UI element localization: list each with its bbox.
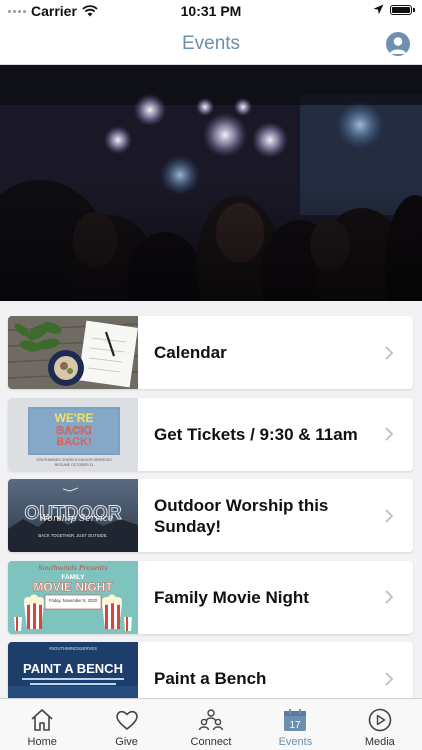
tab-label: Events (278, 736, 313, 748)
status-time: 10:31 PM (180, 3, 242, 19)
chevron-right-icon (377, 590, 401, 604)
svg-text:RESUME OCTOBER 11: RESUME OCTOBER 11 (55, 463, 94, 467)
page-title: Events (181, 33, 241, 54)
poster-script: Southwinds Presents (38, 564, 108, 572)
tab-connect[interactable]: Connect (169, 699, 253, 750)
chevron-right-icon (377, 672, 401, 686)
status-right (373, 4, 415, 15)
event-title: Family Movie Night (154, 587, 309, 607)
poster-script: Worship Service (39, 514, 113, 524)
event-thumbnail: OUTDOOR Worship Service BACK TOGETHER, J… (8, 479, 138, 552)
profile-button[interactable] (386, 32, 410, 56)
svg-text:SOUTHWINDS CHURCH INDOOR SERVI: SOUTHWINDS CHURCH INDOOR SERVICES (36, 458, 112, 462)
tab-events[interactable]: 17 Events (253, 699, 337, 750)
tab-label: Media (364, 736, 395, 748)
event-item-outdoor-worship[interactable]: OUTDOOR Worship Service BACK TOGETHER, J… (8, 479, 413, 552)
hero-image (0, 65, 422, 301)
movie-night-poster-image: Southwinds Presents FAMILY MOVIE NIGHT F… (8, 560, 138, 634)
event-list: Calendar WE'RE BACK! BACK! SOUTHWINDS CH… (8, 316, 413, 724)
desk-notebook-image (8, 316, 138, 389)
event-item-get-tickets[interactable]: WE'RE BACK! BACK! SOUTHWINDS CHURCH INDO… (8, 397, 413, 471)
event-thumbnail: WE'RE BACK! BACK! SOUTHWINDS CHURCH INDO… (8, 397, 138, 471)
user-avatar-icon (389, 37, 407, 54)
outdoor-worship-image: OUTDOOR Worship Service BACK TOGETHER, J… (8, 479, 138, 552)
event-title: Outdoor Worship this Sunday! (154, 495, 329, 536)
tab-bar: Home Give Connect 17 Events Media (0, 698, 422, 750)
chevron-right-icon (377, 427, 401, 441)
heart-icon (113, 706, 141, 734)
poster-line1: WE'RE (55, 411, 94, 425)
chevron-right-icon (377, 346, 401, 360)
were-back-poster-image: WE'RE BACK! BACK! SOUTHWINDS CHURCH INDO… (8, 397, 138, 471)
event-title: Paint a Bench (154, 669, 267, 688)
poster-headline: PAINT A BENCH (23, 661, 123, 676)
event-item-calendar[interactable]: Calendar (8, 316, 413, 389)
battery-icon (390, 4, 415, 15)
poster-caption: Friday, November 6, 2020 (49, 598, 98, 603)
status-bar: Carrier 10:31 PM (0, 0, 422, 22)
poster-caption: BACK TOGETHER, JUST OUTSIDE. (38, 533, 107, 538)
location-arrow-icon (373, 4, 384, 15)
event-thumbnail (8, 316, 138, 389)
navigation-bar: Events (0, 22, 422, 65)
people-icon (197, 706, 225, 734)
tab-label: Connect (190, 736, 232, 748)
poster-line2: MOVIE NIGHT (33, 580, 113, 594)
tab-label: Home (27, 736, 57, 748)
poster-line2: BACK! (56, 436, 91, 448)
home-icon (28, 706, 56, 734)
event-title: Calendar (154, 343, 227, 362)
event-title: Get Tickets / 9:30 & 11am (154, 424, 358, 444)
calendar-day: 17 (290, 720, 302, 731)
tab-give[interactable]: Give (84, 699, 168, 750)
concert-crowd-image (0, 65, 422, 301)
tab-label: Give (115, 736, 138, 748)
event-thumbnail: Southwinds Presents FAMILY MOVIE NIGHT F… (8, 560, 138, 634)
poster-tag: #SOUTHWINDSSERVES (49, 646, 97, 651)
calendar-icon: 17 (281, 706, 309, 734)
tab-home[interactable]: Home (0, 699, 84, 750)
event-item-family-movie-night[interactable]: Southwinds Presents FAMILY MOVIE NIGHT F… (8, 560, 413, 634)
chevron-right-icon (377, 509, 401, 523)
play-icon (366, 706, 394, 734)
tab-media[interactable]: Media (338, 699, 422, 750)
